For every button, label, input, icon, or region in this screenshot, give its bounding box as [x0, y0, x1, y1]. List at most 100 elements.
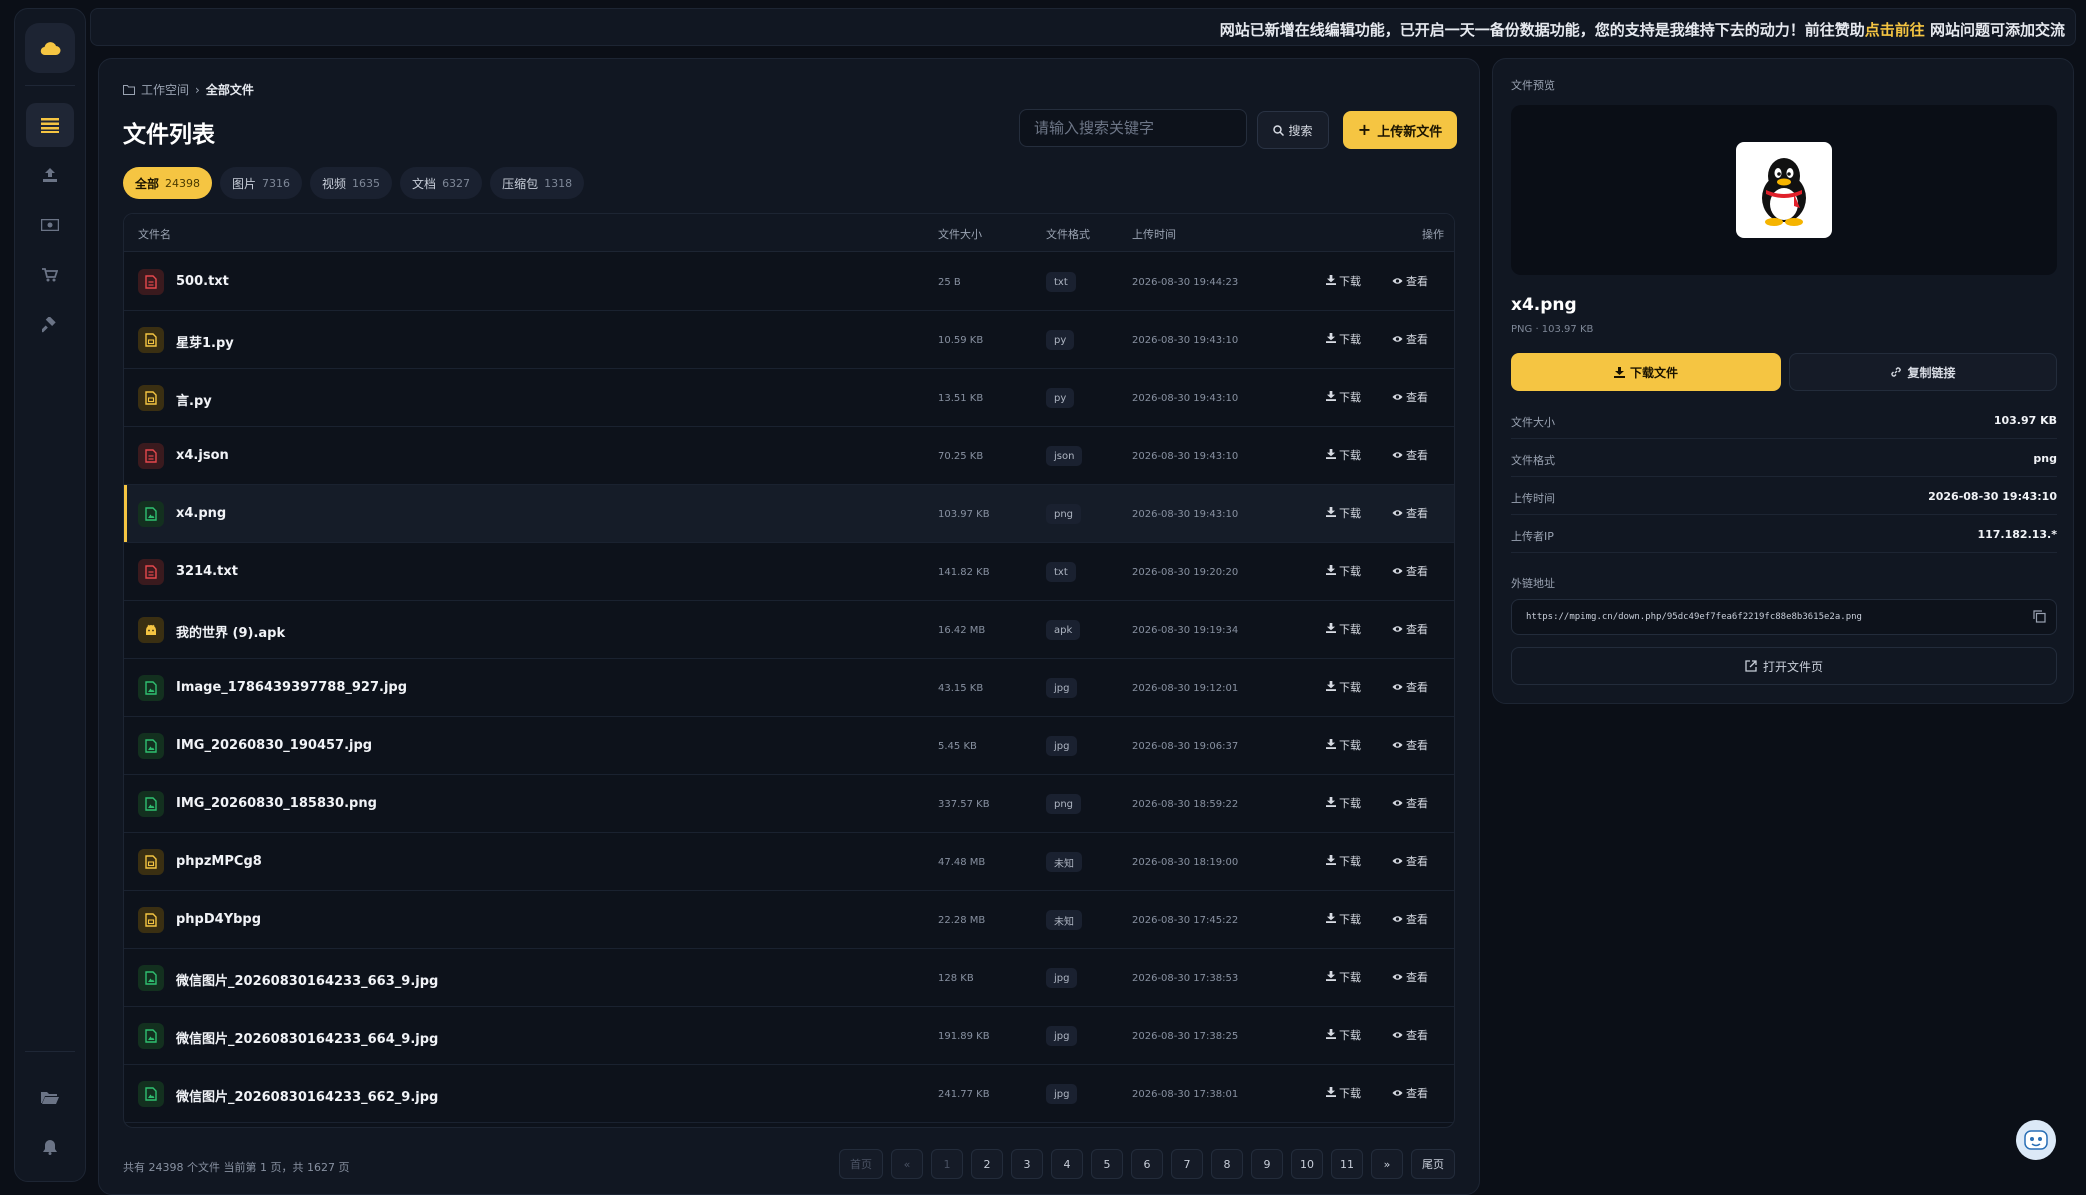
download-button[interactable]: 下载 — [1326, 505, 1361, 521]
download-button[interactable]: 下载 — [1326, 621, 1361, 637]
external-link-field[interactable]: https://mpimg.cn/down.php/95dc49ef7fea6f… — [1511, 599, 2057, 635]
sidebar-item-file-list[interactable] — [26, 103, 74, 147]
view-button[interactable]: 查看 — [1392, 853, 1428, 869]
sidebar-item-upload[interactable] — [26, 153, 74, 197]
download-button[interactable]: 下载 — [1326, 853, 1361, 869]
table-row[interactable]: 我的世界 (9).apk 16.42 MB apk 2026-08-30 19:… — [124, 601, 1454, 659]
download-button[interactable]: 下载 — [1326, 911, 1361, 927]
view-button[interactable]: 查看 — [1392, 911, 1428, 927]
next-page-button[interactable]: » — [1371, 1149, 1403, 1179]
file-name[interactable]: Image_1786439397788_927.jpg — [176, 680, 407, 695]
view-button[interactable]: 查看 — [1392, 621, 1428, 637]
copy-icon[interactable] — [2033, 610, 2046, 626]
page-button[interactable]: 6 — [1131, 1149, 1163, 1179]
page-button[interactable]: 10 — [1291, 1149, 1323, 1179]
file-name[interactable]: IMG_20260830_185830.png — [176, 796, 377, 811]
file-name[interactable]: x4.json — [176, 448, 229, 463]
table-row[interactable]: phpD4Ybpg 22.28 MB 未知 2026-08-30 17:45:2… — [124, 891, 1454, 949]
file-name[interactable]: 500.txt — [176, 274, 229, 289]
table-row[interactable]: IMG_20260830_190457.jpg 5.45 KB jpg 2026… — [124, 717, 1454, 775]
view-button[interactable]: 查看 — [1392, 679, 1428, 695]
table-row[interactable]: 言.py 13.51 KB py 2026-08-30 19:43:10 下载 … — [124, 369, 1454, 427]
file-name[interactable]: 言.py — [176, 390, 212, 409]
download-button[interactable]: 下载 — [1326, 563, 1361, 579]
page-button[interactable]: 9 — [1251, 1149, 1283, 1179]
filter-chip[interactable]: 压缩包 1318 — [490, 167, 585, 199]
filter-chip[interactable]: 全部 24398 — [123, 167, 213, 199]
file-name[interactable]: IMG_20260830_190457.jpg — [176, 738, 372, 753]
file-name[interactable]: phpD4Ybpg — [176, 912, 261, 927]
view-button[interactable]: 查看 — [1392, 737, 1428, 753]
download-button[interactable]: 下载 — [1326, 795, 1361, 811]
sponsor-link[interactable]: 点击前往 — [1865, 21, 1925, 39]
sidebar-item-sponsor[interactable] — [26, 203, 74, 247]
table-row[interactable]: 星芽1.py 10.59 KB py 2026-08-30 19:43:10 下… — [124, 311, 1454, 369]
detail-key: 上传者IP — [1511, 530, 1554, 543]
view-button[interactable]: 查看 — [1392, 795, 1428, 811]
page-button[interactable]: 8 — [1211, 1149, 1243, 1179]
view-button[interactable]: 查看 — [1392, 1085, 1428, 1101]
table-row[interactable]: 微信图片_20260830164233_663_9.jpg 128 KB jpg… — [124, 949, 1454, 1007]
file-name[interactable]: 微信图片_20260830164233_663_9.jpg — [176, 970, 438, 989]
filter-chip[interactable]: 文档 6327 — [400, 167, 483, 199]
table-row[interactable]: 微信图片_20260830164233_664_9.jpg 191.89 KB … — [124, 1007, 1454, 1065]
file-name[interactable]: 微信图片_20260830164233_664_9.jpg — [176, 1028, 438, 1047]
sidebar-item-folder[interactable] — [26, 1075, 74, 1119]
page-button[interactable]: 5 — [1091, 1149, 1123, 1179]
file-name[interactable]: 微信图片_20260830164233_662_9.jpg — [176, 1086, 438, 1105]
sidebar-item-tools[interactable] — [26, 303, 74, 347]
page-button[interactable]: 7 — [1171, 1149, 1203, 1179]
prev-page-button[interactable]: « — [891, 1149, 923, 1179]
table-row[interactable]: 3214.txt 141.82 KB txt 2026-08-30 19:20:… — [124, 543, 1454, 601]
first-page-button[interactable]: 首页 — [839, 1149, 883, 1179]
filter-chip[interactable]: 图片 7316 — [220, 167, 303, 199]
view-button[interactable]: 查看 — [1392, 563, 1428, 579]
table-row[interactable]: x4.png 103.97 KB png 2026-08-30 19:43:10… — [124, 485, 1454, 543]
page-button[interactable]: 1 — [931, 1149, 963, 1179]
page-button[interactable]: 4 — [1051, 1149, 1083, 1179]
table-row[interactable]: 500.txt 25 B txt 2026-08-30 19:44:23 下载 … — [124, 253, 1454, 311]
download-button[interactable]: 下载 — [1326, 969, 1361, 985]
download-button[interactable]: 下载 — [1326, 273, 1361, 289]
view-button[interactable]: 查看 — [1392, 273, 1428, 289]
download-button[interactable]: 下载 — [1326, 1085, 1361, 1101]
table-row[interactable]: phpzMPCg8 47.48 MB 未知 2026-08-30 18:19:0… — [124, 833, 1454, 891]
download-button[interactable]: 下载 — [1326, 737, 1361, 753]
file-name[interactable]: phpzMPCg8 — [176, 854, 262, 869]
sidebar-item-notifications[interactable] — [26, 1125, 74, 1169]
page-button[interactable]: 11 — [1331, 1149, 1363, 1179]
cloud-logo[interactable] — [25, 23, 75, 73]
download-file-button[interactable]: 下载文件 — [1511, 353, 1781, 391]
download-button[interactable]: 下载 — [1326, 389, 1361, 405]
file-name[interactable]: 星芽1.py — [176, 332, 234, 351]
mascot-icon[interactable] — [2016, 1120, 2056, 1160]
table-row[interactable]: 微信图片_20260830164233_662_9.jpg 241.77 KB … — [124, 1065, 1454, 1123]
breadcrumb-root[interactable]: 工作空间 — [141, 81, 189, 98]
copy-link-button[interactable]: 复制链接 — [1789, 353, 2057, 391]
search-button[interactable]: 搜索 — [1257, 111, 1329, 149]
open-file-page-button[interactable]: 打开文件页 — [1511, 647, 2057, 685]
download-button[interactable]: 下载 — [1326, 331, 1361, 347]
sidebar-item-shop[interactable] — [26, 253, 74, 297]
file-name[interactable]: 3214.txt — [176, 564, 238, 579]
file-name[interactable]: 我的世界 (9).apk — [176, 622, 285, 641]
upload-button[interactable]: + 上传新文件 — [1343, 111, 1457, 149]
table-row[interactable]: Image_1786439397788_927.jpg 43.15 KB jpg… — [124, 659, 1454, 717]
view-button[interactable]: 查看 — [1392, 389, 1428, 405]
download-button[interactable]: 下载 — [1326, 447, 1361, 463]
page-button[interactable]: 2 — [971, 1149, 1003, 1179]
table-row[interactable]: IMG_20260830_185830.png 337.57 KB png 20… — [124, 775, 1454, 833]
view-button[interactable]: 查看 — [1392, 969, 1428, 985]
view-button[interactable]: 查看 — [1392, 505, 1428, 521]
view-button[interactable]: 查看 — [1392, 331, 1428, 347]
search-input[interactable] — [1019, 109, 1247, 147]
view-button[interactable]: 查看 — [1392, 1027, 1428, 1043]
view-button[interactable]: 查看 — [1392, 447, 1428, 463]
download-button[interactable]: 下载 — [1326, 679, 1361, 695]
filter-chip[interactable]: 视频 1635 — [310, 167, 393, 199]
table-row[interactable]: x4.json 70.25 KB json 2026-08-30 19:43:1… — [124, 427, 1454, 485]
download-button[interactable]: 下载 — [1326, 1027, 1361, 1043]
page-button[interactable]: 3 — [1011, 1149, 1043, 1179]
last-page-button[interactable]: 尾页 — [1411, 1149, 1455, 1179]
file-name[interactable]: x4.png — [176, 506, 226, 521]
